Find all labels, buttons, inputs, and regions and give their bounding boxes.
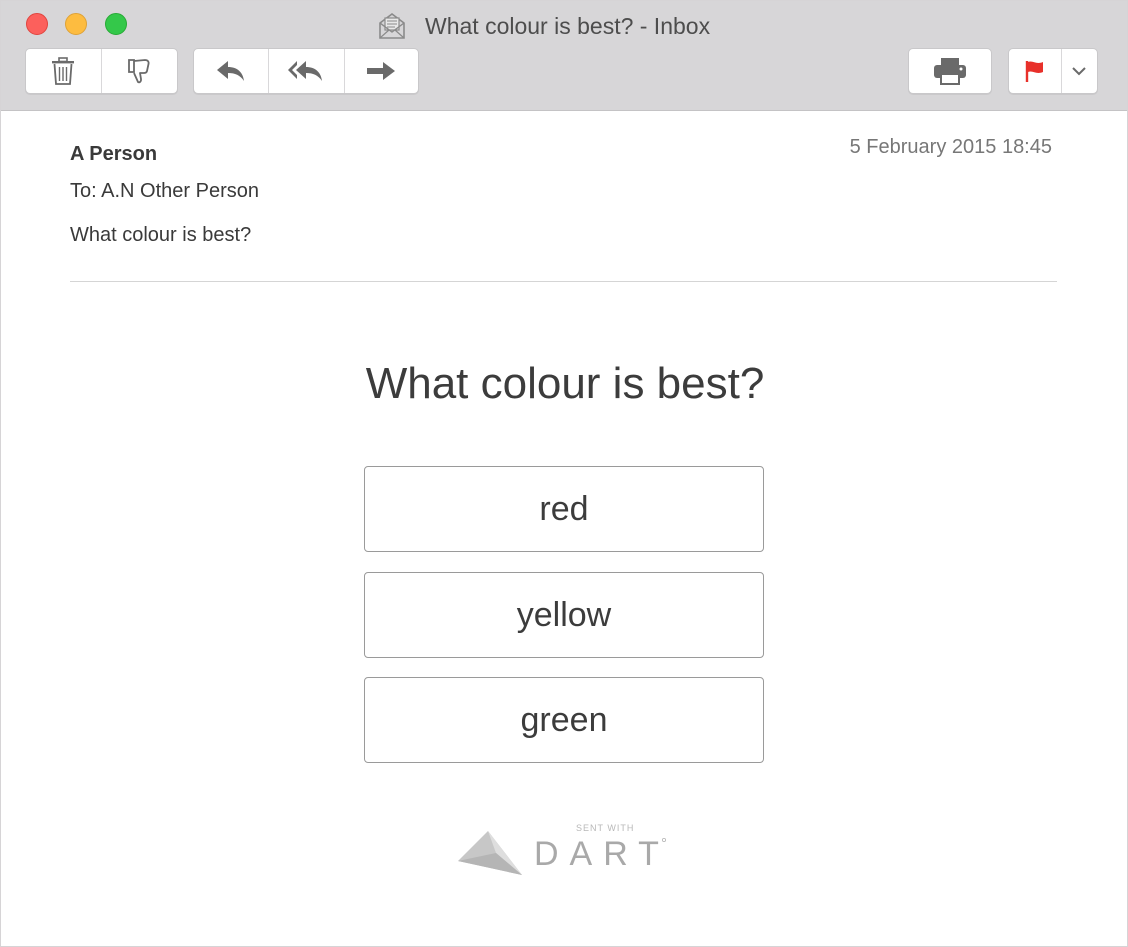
reply-all-icon: [288, 61, 323, 81]
minimize-window-button[interactable]: [65, 13, 87, 35]
poll-option-yellow[interactable]: yellow: [364, 572, 764, 658]
junk-button[interactable]: [102, 49, 178, 93]
poll-option-green[interactable]: green: [364, 677, 764, 763]
flag-icon: [1025, 61, 1043, 82]
delete-button[interactable]: [26, 49, 102, 93]
sender-name[interactable]: A Person: [70, 143, 157, 166]
print-button[interactable]: [909, 49, 991, 93]
flag-menu-button[interactable]: [1062, 49, 1097, 93]
dart-brand-text[interactable]: DART: [534, 835, 670, 874]
recipient-line[interactable]: To: A.N Other Person: [70, 180, 259, 203]
subject-line: What colour is best?: [70, 224, 252, 246]
flag-group: [1008, 48, 1098, 94]
maximize-window-button[interactable]: [105, 13, 127, 35]
envelope-icon: [379, 13, 405, 39]
window-title-text: What colour is best? - Inbox: [425, 12, 711, 39]
delete-junk-group: [25, 48, 178, 94]
poll-question: What colour is best?: [365, 359, 765, 408]
reply-button[interactable]: [194, 49, 270, 93]
message-date: 5 February 2015 18:45: [849, 136, 1052, 158]
chevron-down-icon: [1072, 67, 1087, 76]
mail-window: What colour is best? - Inbox A Person To…: [0, 0, 1128, 947]
print-icon: [934, 58, 966, 85]
window-title: What colour is best? - Inbox: [377, 11, 710, 41]
print-group: [908, 48, 992, 94]
flag-button[interactable]: [1009, 49, 1062, 93]
forward-button[interactable]: [345, 49, 418, 93]
poll-option-red[interactable]: red: [364, 466, 764, 552]
thumbs-down-icon: [128, 59, 150, 84]
reply-all-button[interactable]: [269, 49, 345, 93]
close-window-button[interactable]: [26, 13, 48, 35]
forward-icon: [367, 62, 396, 80]
header-divider: [70, 281, 1057, 282]
sent-with-label: SENT WITH: [576, 823, 635, 833]
title-bar: What colour is best? - Inbox: [1, 1, 1127, 111]
reply-group: [193, 48, 419, 94]
reply-icon: [217, 61, 245, 81]
trash-icon: [52, 57, 75, 85]
